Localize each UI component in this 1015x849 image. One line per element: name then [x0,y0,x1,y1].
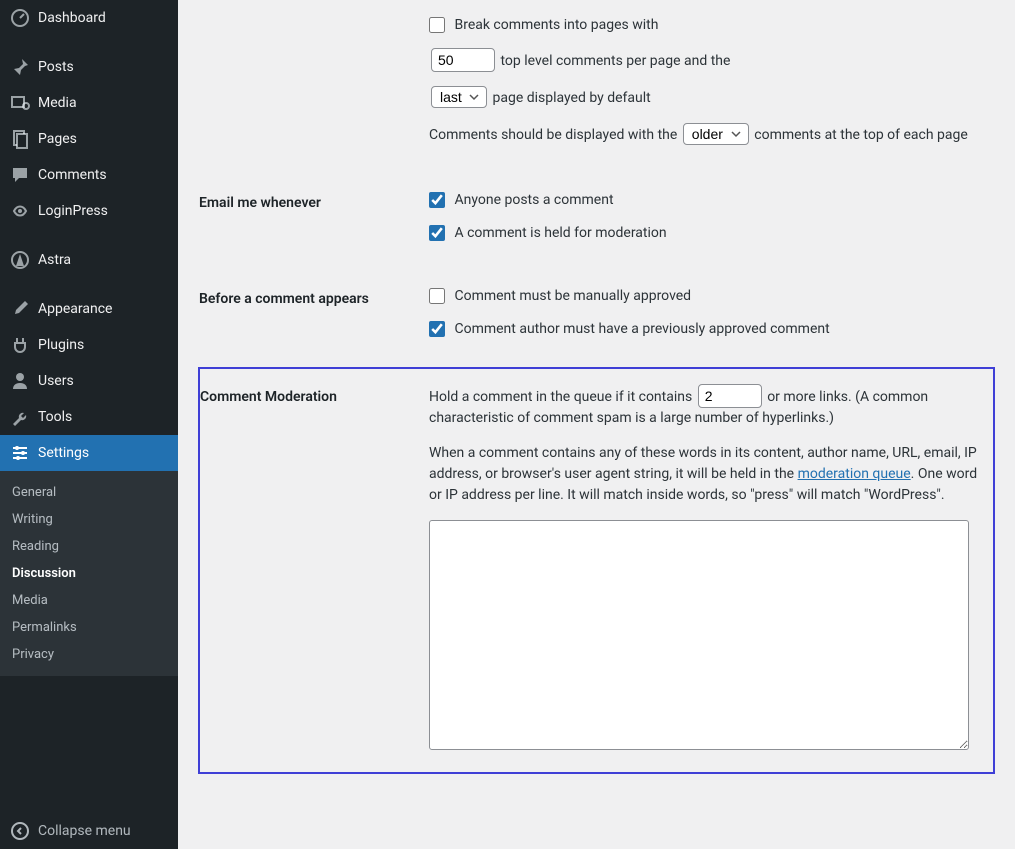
pin-icon [10,57,30,77]
sidebar-item-plugins[interactable]: Plugins [0,327,178,363]
loginpress-icon [10,201,30,221]
brush-icon [10,299,30,319]
submenu-media[interactable]: Media [0,587,178,614]
dashboard-icon [10,8,30,28]
moderation-keys-textarea[interactable] [429,520,969,750]
email-held-moderation-checkbox[interactable] [429,225,445,241]
moderation-links-row: Hold a comment in the queue if it contai… [429,384,983,429]
previously-approved-checkbox[interactable] [429,321,445,337]
sliders-icon [10,443,30,463]
sidebar-item-posts[interactable]: Posts [0,49,178,85]
display-suffix: comments at the top of each page [754,127,968,143]
sidebar-item-label: LoginPress [38,203,108,219]
sidebar-item-users[interactable]: Users [0,363,178,399]
previously-approved-label: Comment author must have a previously ap… [454,321,829,337]
submenu-writing[interactable]: Writing [0,506,178,533]
manually-approved-row: Comment must be manually approved [429,286,984,307]
email-held-moderation-label: A comment is held for moderation [454,225,666,241]
comments-icon [10,165,30,185]
email-held-moderation-row: A comment is held for moderation [429,223,984,244]
email-anyone-posts-row: Anyone posts a comment [429,190,984,211]
sidebar-item-label: Users [38,373,74,389]
hold-prefix: Hold a comment in the queue if it contai… [429,389,692,405]
sidebar-item-tools[interactable]: Tools [0,399,178,435]
sidebar-item-comments[interactable]: Comments [0,157,178,193]
collapse-icon [10,821,30,841]
settings-content: Break comments into pages with top level… [178,0,1015,849]
default-page-suffix: page displayed by default [492,90,650,106]
sidebar-item-label: Posts [38,59,74,75]
manually-approved-label: Comment must be manually approved [454,288,691,304]
max-links-input[interactable] [698,384,762,408]
sidebar-item-media[interactable]: Media [0,85,178,121]
sidebar-item-label: Plugins [38,337,84,353]
break-comments-row: Break comments into pages with [429,15,984,36]
sidebar-item-label: Media [38,95,77,111]
sidebar-item-astra[interactable]: Astra [0,242,178,278]
comments-per-page-input[interactable] [431,48,495,72]
sidebar-item-settings[interactable]: Settings [0,435,178,471]
plug-icon [10,335,30,355]
sidebar-item-loginpress[interactable]: LoginPress [0,193,178,229]
before-appears-heading: Before a comment appears [199,271,419,368]
sidebar-item-dashboard[interactable]: Dashboard [0,0,178,36]
submenu-permalinks[interactable]: Permalinks [0,614,178,641]
per-page-suffix: top level comments per page and the [500,53,730,69]
sidebar-item-label: Pages [38,131,77,147]
user-icon [10,371,30,391]
sidebar-item-label: Comments [38,167,107,183]
sidebar-item-pages[interactable]: Pages [0,121,178,157]
moderation-queue-link[interactable]: moderation queue [798,466,911,482]
email-anyone-posts-label: Anyone posts a comment [454,192,613,208]
submenu-general[interactable]: General [0,479,178,506]
moderation-description: When a comment contains any of these wor… [429,443,983,506]
display-prefix: Comments should be displayed with the [429,127,677,143]
default-page-select[interactable]: last [431,86,487,108]
comment-order-select[interactable]: older [683,123,749,145]
email-anyone-posts-checkbox[interactable] [429,192,445,208]
submenu-privacy[interactable]: Privacy [0,641,178,668]
manually-approved-checkbox[interactable] [429,288,445,304]
email-me-heading: Email me whenever [199,175,419,271]
sidebar-item-label: Tools [38,409,72,425]
astra-icon [10,250,30,270]
wrench-icon [10,407,30,427]
comment-moderation-heading: Comment Moderation [199,368,419,773]
break-comments-label: Break comments into pages with [454,17,658,33]
sidebar-item-label: Settings [38,445,89,461]
submenu-reading[interactable]: Reading [0,533,178,560]
submenu-discussion[interactable]: Discussion [0,560,178,587]
other-comment-settings-group: Break comments into pages with top level… [419,0,994,175]
break-comments-checkbox[interactable] [429,17,445,33]
sidebar-item-label: Astra [38,252,71,268]
sidebar-item-label: Appearance [38,301,112,317]
settings-submenu: General Writing Reading Discussion Media… [0,471,178,676]
sidebar-item-label: Dashboard [38,10,106,26]
media-icon [10,93,30,113]
previously-approved-row: Comment author must have a previously ap… [429,319,984,340]
pages-icon [10,129,30,149]
sidebar-item-appearance[interactable]: Appearance [0,291,178,327]
collapse-menu-button[interactable]: Collapse menu [0,813,178,849]
collapse-label: Collapse menu [38,823,131,839]
admin-sidebar: Dashboard Posts Media Pages Comments Log… [0,0,178,849]
